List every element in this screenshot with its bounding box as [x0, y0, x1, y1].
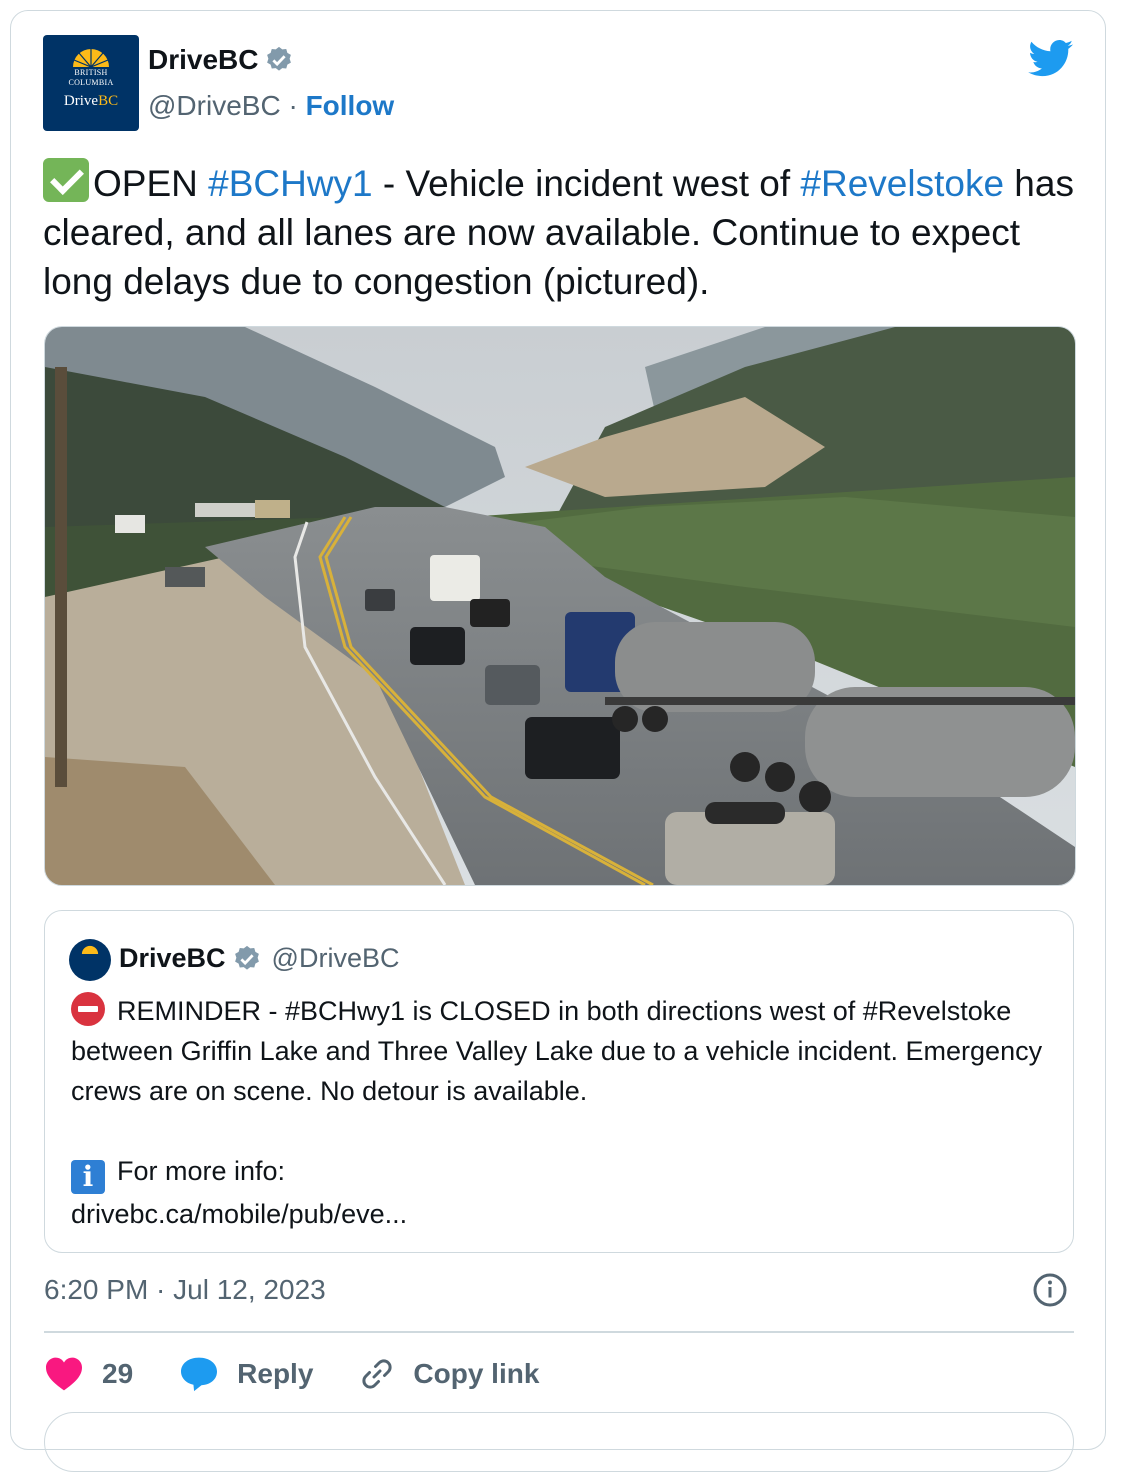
- avatar-brand: DriveBC: [64, 93, 118, 110]
- account-name[interactable]: DriveBC: [148, 44, 294, 76]
- link-icon: [362, 1359, 392, 1389]
- verified-badge-icon: [267, 46, 292, 71]
- heart-icon: [46, 1357, 82, 1391]
- account-handle[interactable]: @DriveBC: [148, 90, 281, 121]
- sun-logo-icon: [81, 945, 99, 954]
- action-bar: 29 Reply Copy link: [44, 1350, 585, 1398]
- tweet-text-part2: - Vehicle incident west of: [372, 163, 801, 204]
- tweet-text-part1: OPEN: [93, 163, 209, 204]
- twitter-bird-icon[interactable]: [1028, 40, 1074, 78]
- account-name-text[interactable]: DriveBC: [148, 44, 258, 76]
- avatar-text-columbia: COLUMBIA: [68, 78, 114, 87]
- reply-label: Reply: [237, 1358, 314, 1389]
- no-entry-icon: [71, 992, 105, 1026]
- info-emoji-icon: i: [71, 1160, 105, 1194]
- like-count: 29: [102, 1358, 134, 1389]
- tweet-photo[interactable]: [44, 326, 1076, 886]
- quoted-info: i For more info:: [71, 1151, 1051, 1194]
- copy-link-button[interactable]: Copy link: [359, 1356, 539, 1392]
- quoted-name: DriveBC: [119, 943, 226, 973]
- quoted-reminder: REMINDER - #BCHwy1 is CLOSED in both dir…: [71, 991, 1051, 1111]
- read-replies-button[interactable]: [44, 1412, 1074, 1472]
- like-button[interactable]: 29: [44, 1356, 133, 1392]
- copy-link-label: Copy link: [413, 1358, 540, 1389]
- avatar-text-british: BRITISH: [74, 68, 108, 77]
- separator: ·: [280, 90, 306, 121]
- avatar-brand-bc: BC: [98, 93, 119, 109]
- reply-button[interactable]: Reply: [179, 1356, 313, 1392]
- quoted-line1: REMINDER - #BCHwy1 is CLOSED in both dir…: [71, 996, 1043, 1106]
- reply-bubble-icon: [181, 1357, 218, 1392]
- avatar-brand-drive: Drive: [63, 93, 99, 109]
- check-mark-icon: [43, 158, 89, 202]
- quoted-link[interactable]: drivebc.ca/mobile/pub/eve...: [71, 1194, 1051, 1234]
- verified-badge-icon: [234, 945, 259, 970]
- tweet-text: OPEN #BCHwy1 - Vehicle incident west of …: [43, 158, 1083, 306]
- quoted-spacer: [71, 1111, 1051, 1151]
- follow-button[interactable]: Follow: [306, 90, 395, 121]
- avatar[interactable]: BRITISH COLUMBIA DriveBC: [43, 35, 139, 131]
- divider: [44, 1331, 1074, 1333]
- quoted-tweet[interactable]: DriveBC @DriveBC REMINDER - #BCHwy1 is C…: [44, 910, 1074, 1253]
- info-icon[interactable]: [1032, 1272, 1068, 1308]
- quoted-header: DriveBC @DriveBC: [119, 943, 399, 974]
- highway-traffic-photo: [45, 327, 1075, 885]
- hashtag-bchwy1[interactable]: #BCHwy1: [208, 163, 373, 204]
- quoted-handle: @DriveBC: [271, 943, 400, 973]
- quoted-info-label: For more info:: [117, 1156, 286, 1186]
- hashtag-revelstoke[interactable]: #Revelstoke: [800, 163, 1004, 204]
- handle-row: @DriveBC · Follow: [148, 90, 394, 122]
- sun-logo-icon: [73, 49, 109, 67]
- quoted-avatar: [69, 939, 111, 981]
- tweet-timestamp[interactable]: 6:20 PM · Jul 12, 2023: [44, 1274, 326, 1306]
- quoted-text: REMINDER - #BCHwy1 is CLOSED in both dir…: [71, 991, 1051, 1234]
